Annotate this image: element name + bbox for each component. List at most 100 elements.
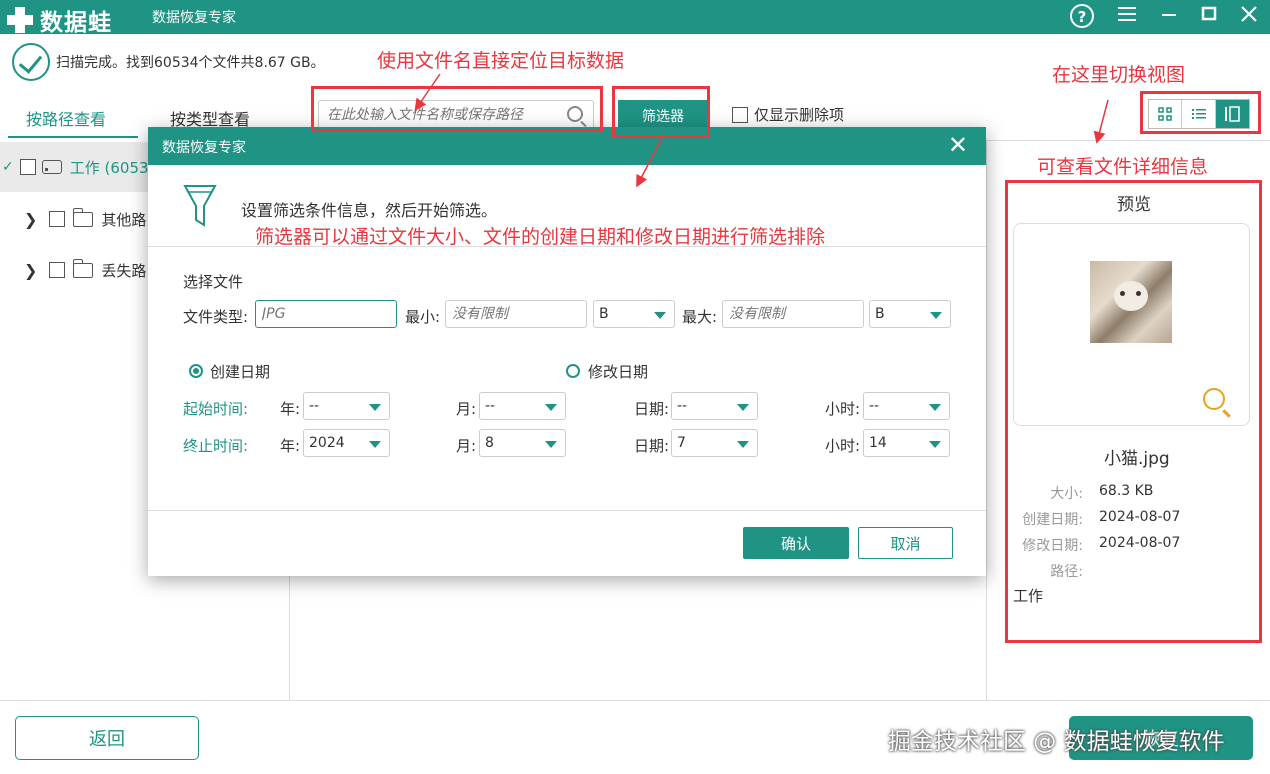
start-hour-select[interactable]: -- (863, 392, 950, 420)
end-time-label: 终止时间: (183, 437, 249, 455)
start-hour-value: -- (869, 398, 880, 414)
dialog-title: 数据恢复专家 (162, 140, 246, 156)
maximize-icon[interactable] (1195, 3, 1223, 31)
min-size-field[interactable] (445, 300, 587, 328)
file-type-field[interactable] (255, 300, 397, 328)
chevron-right-icon[interactable]: ❯ (24, 210, 37, 229)
end-hour-select[interactable]: 14 (863, 429, 950, 457)
tree-item-label: 丢失路 (101, 261, 147, 280)
max-size-field[interactable] (722, 300, 864, 328)
filter-annotation: 筛选器可以通过文件大小、文件的创建日期和修改日期进行筛选排除 (255, 226, 826, 248)
end-day-select[interactable]: 7 (671, 429, 758, 457)
dropdown-arrow-icon (654, 312, 666, 319)
chevron-right-icon[interactable]: ❯ (24, 261, 37, 280)
scan-status-text: 扫描完成。找到60534个文件共8.67 GB。 (56, 55, 325, 71)
dropdown-arrow-icon (737, 404, 749, 411)
dropdown-arrow-icon (929, 404, 941, 411)
search-annotation: 使用文件名直接定位目标数据 (377, 50, 625, 72)
confirm-button[interactable]: 确认 (743, 527, 849, 559)
min-unit-select[interactable]: B (593, 300, 675, 328)
end-hour-value: 14 (869, 435, 887, 451)
dialog-close-icon[interactable]: ✕ (948, 130, 968, 160)
dropdown-arrow-icon (545, 404, 557, 411)
drive-icon (41, 160, 62, 174)
close-icon[interactable] (1235, 3, 1263, 31)
created-date-label: 创建日期 (210, 363, 271, 381)
help-icon[interactable]: ? (1068, 3, 1096, 31)
watermark: 掘金技术社区 @ 数据蛙恢复软件 (888, 729, 1225, 755)
view-switch-annotation: 在这里切换视图 (1052, 64, 1186, 86)
details-annotation: 可查看文件详细信息 (1037, 156, 1209, 178)
search-highlight-box (311, 86, 603, 132)
check-circle-icon (12, 43, 50, 81)
dropdown-arrow-icon (545, 441, 557, 448)
file-type-label: 文件类型: (183, 308, 249, 326)
min-size-label: 最小: (405, 308, 441, 326)
select-file-section: 选择文件 (183, 273, 244, 291)
scan-status: 扫描完成。找到60534个文件共8.67 GB。 (12, 43, 325, 81)
funnel-icon (183, 185, 217, 227)
logo-cross-icon (6, 6, 34, 34)
logo-text: 数据蛙 (40, 10, 112, 36)
start-day-select[interactable]: -- (671, 392, 758, 420)
filter-highlight-box (612, 86, 710, 138)
only-deleted-toggle[interactable]: 仅显示删除项 (732, 104, 844, 125)
app-title: 数据恢复专家 (152, 10, 236, 26)
minimize-icon[interactable] (1155, 3, 1183, 31)
start-day-value: -- (677, 398, 688, 414)
menu-icon[interactable] (1113, 3, 1141, 31)
active-tab-underline (8, 136, 138, 138)
end-month-value: 8 (485, 435, 494, 451)
expanded-check-icon: ✓ (2, 159, 14, 175)
dropdown-arrow-icon (929, 441, 941, 448)
start-year-value: -- (309, 398, 320, 414)
max-unit-value: B (875, 306, 885, 322)
dialog-intro: 设置筛选条件信息，然后开始筛选。 (241, 201, 498, 220)
tree-checkbox[interactable] (49, 211, 66, 227)
min-size-input[interactable] (446, 301, 586, 327)
end-month-select[interactable]: 8 (479, 429, 566, 457)
hour-label: 小时: (825, 437, 861, 455)
dialog-footer-divider (148, 510, 986, 511)
end-year-value: 2024 (309, 435, 345, 451)
only-deleted-label: 仅显示删除项 (754, 106, 845, 124)
created-date-radio[interactable] (189, 364, 203, 378)
max-size-label: 最大: (682, 308, 718, 326)
tree-checkbox[interactable] (49, 262, 66, 278)
max-unit-select[interactable]: B (869, 300, 951, 328)
title-bar: 数据蛙 数据恢复专家 ? (0, 0, 1270, 36)
dropdown-arrow-icon (369, 404, 381, 411)
start-month-value: -- (485, 398, 496, 414)
dialog-header: 数据恢复专家 ✕ (148, 127, 986, 165)
file-type-input[interactable] (256, 301, 396, 327)
year-label: 年: (280, 400, 301, 418)
details-highlight-box (1005, 180, 1262, 643)
dropdown-arrow-icon (737, 441, 749, 448)
day-label: 日期: (634, 400, 670, 418)
folder-icon (73, 258, 94, 278)
max-size-input[interactable] (723, 301, 863, 327)
start-year-select[interactable]: -- (303, 392, 390, 420)
only-deleted-checkbox[interactable] (732, 106, 748, 123)
year-label: 年: (280, 437, 301, 455)
tab-by-path[interactable]: 按路径查看 (26, 106, 106, 130)
folder-icon (73, 207, 94, 227)
min-unit-value: B (599, 306, 609, 322)
month-label: 月: (456, 437, 477, 455)
footer-divider (0, 700, 1270, 701)
day-label: 日期: (634, 437, 670, 455)
modified-date-label: 修改日期 (588, 363, 649, 381)
start-month-select[interactable]: -- (479, 392, 566, 420)
end-year-select[interactable]: 2024 (303, 429, 390, 457)
dropdown-arrow-icon (930, 312, 942, 319)
hour-label: 小时: (825, 400, 861, 418)
dropdown-arrow-icon (369, 441, 381, 448)
modified-date-radio[interactable] (566, 364, 580, 378)
tree-checkbox[interactable] (19, 159, 36, 175)
start-time-label: 起始时间: (183, 400, 249, 418)
back-button[interactable]: 返回 (15, 716, 199, 760)
svg-text:?: ? (1078, 8, 1087, 26)
cancel-button[interactable]: 取消 (858, 527, 953, 559)
tree-item-label: 工作 (6053 (69, 158, 149, 177)
end-day-value: 7 (677, 435, 686, 451)
